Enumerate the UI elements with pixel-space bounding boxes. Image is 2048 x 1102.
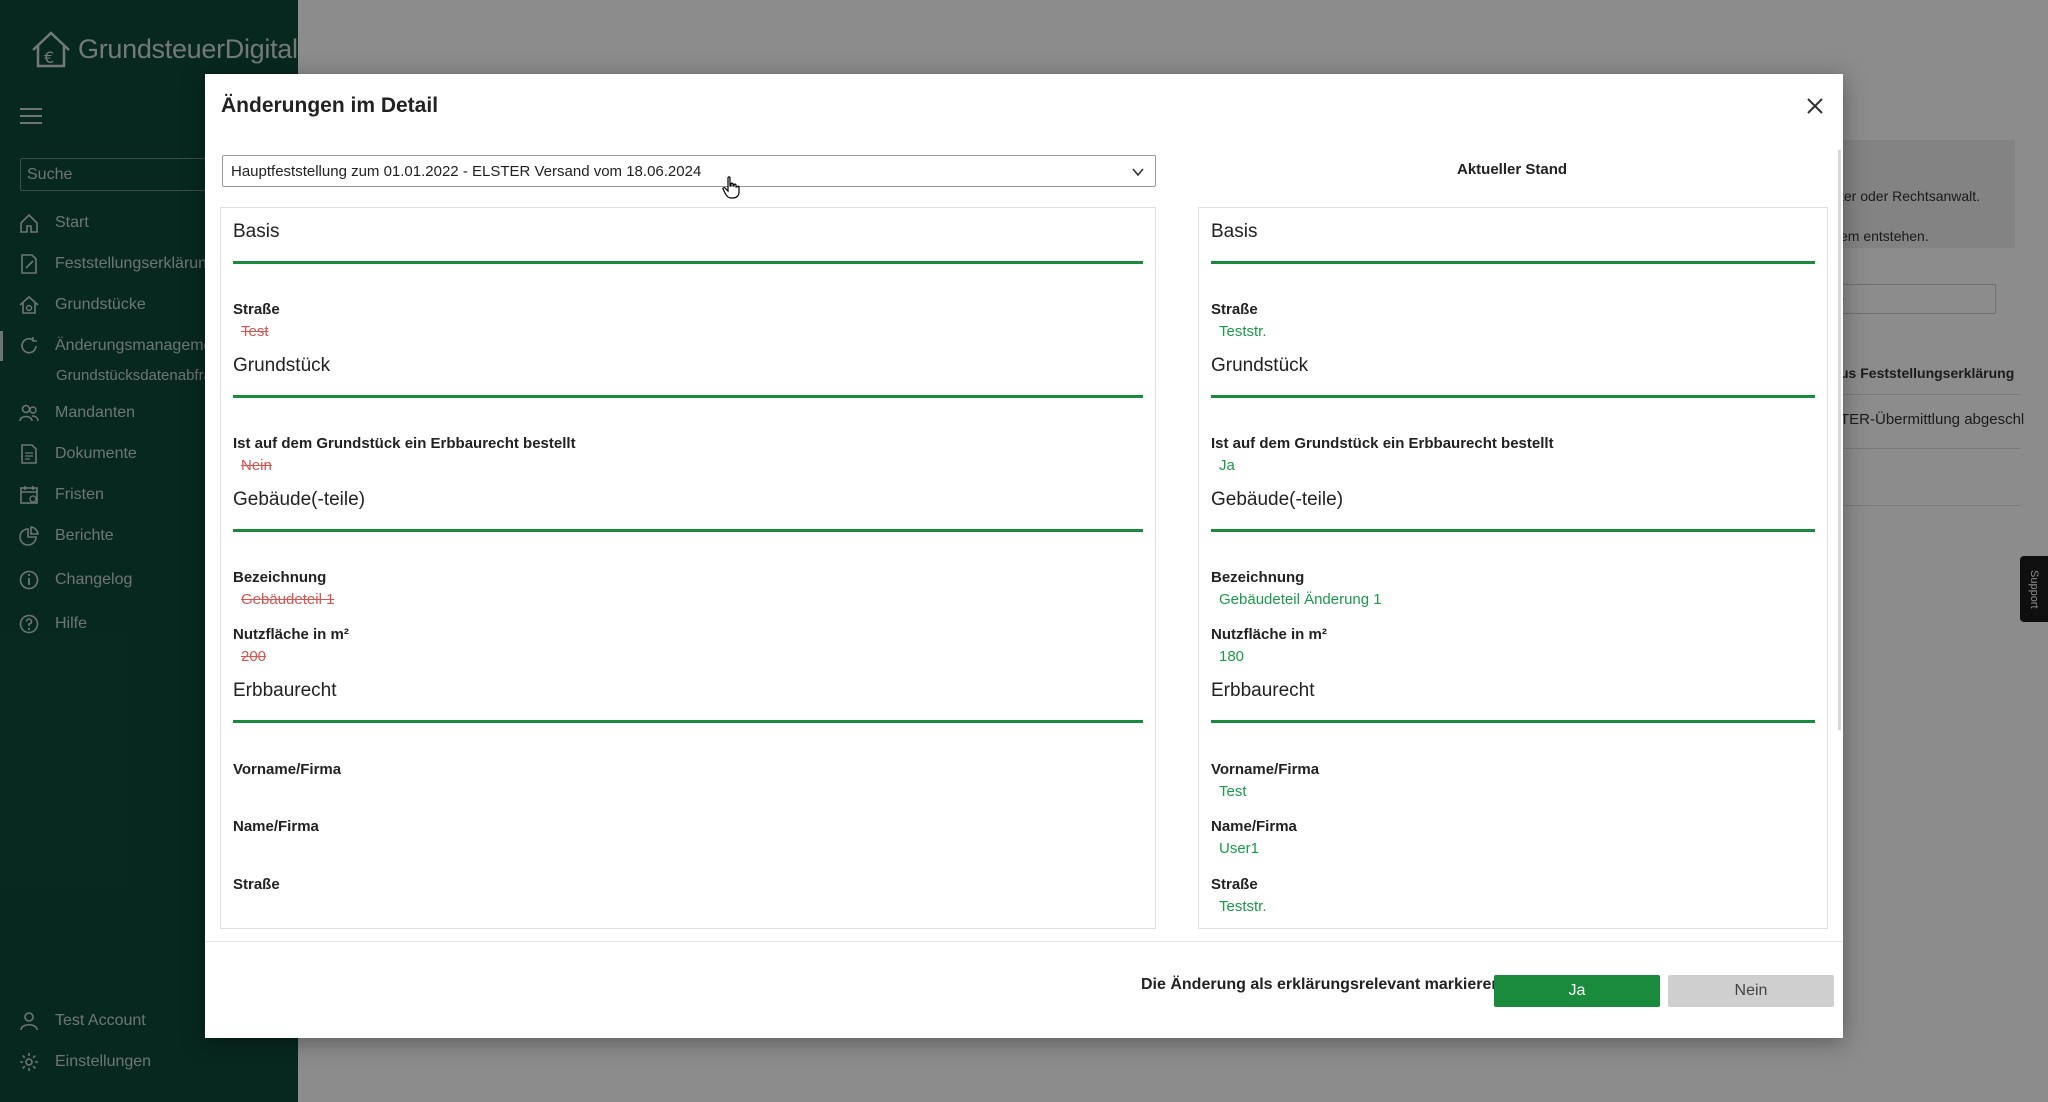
new-value: Teststr. [1219, 898, 1267, 915]
field-label: Nutzfläche in m² [1211, 626, 1327, 643]
field-label: Straße [233, 301, 280, 318]
section-title: Basis [233, 208, 1143, 264]
hand-cursor-icon [722, 176, 740, 199]
field-label: Vorname/Firma [233, 761, 342, 778]
section-erbbaurecht: Erbbaurecht [1211, 667, 1815, 723]
new-value: Gebäudeteil Änderung 1 [1219, 591, 1382, 608]
section-basis: Basis [1211, 208, 1815, 264]
close-icon[interactable] [1803, 94, 1827, 118]
field-strasse: Straße Teststr. [1211, 301, 1267, 340]
version-select-value: Hauptfeststellung zum 01.01.2022 - ELSTE… [231, 162, 702, 180]
section-erbbaurecht: Erbbaurecht [233, 667, 1143, 723]
field-bezeichnung: Bezeichnung Gebäudeteil Änderung 1 [1211, 569, 1382, 608]
new-value: Test [1219, 783, 1247, 800]
field-label: Straße [233, 876, 280, 893]
section-grundstueck: Grundstück [1211, 342, 1815, 398]
modal-title: Änderungen im Detail [221, 94, 439, 117]
field-label: Straße [1211, 301, 1258, 318]
new-value: Teststr. [1219, 323, 1267, 340]
section-title: Erbbaurecht [1211, 667, 1815, 723]
section-title: Grundstück [1211, 342, 1815, 398]
section-gebaeude: Gebäude(-teile) [1211, 476, 1815, 532]
field-label: Name/Firma [233, 818, 319, 835]
field-erbbaurecht: Ist auf dem Grundstück ein Erbbaurecht b… [1211, 435, 1554, 474]
field-nutzflaeche: Nutzfläche in m² 180 [1211, 626, 1327, 665]
field-vorname: Vorname/Firma [233, 761, 341, 778]
field-label: Ist auf dem Grundstück ein Erbbaurecht b… [233, 435, 576, 452]
field-label: Straße [1211, 876, 1258, 893]
section-gebaeude: Gebäude(-teile) [233, 476, 1143, 532]
field-label: Ist auf dem Grundstück ein Erbbaurecht b… [1211, 435, 1554, 452]
yes-button[interactable]: Ja [1494, 975, 1660, 1007]
field-vorname: Vorname/Firma Test [1211, 761, 1319, 800]
field-bezeichnung: Bezeichnung Gebäudeteil 1 [233, 569, 334, 608]
old-value: Test [241, 323, 269, 340]
field-label: Bezeichnung [233, 569, 327, 586]
section-title: Gebäude(-teile) [233, 476, 1143, 532]
section-title: Grundstück [233, 342, 1143, 398]
field-name: Name/Firma [233, 818, 319, 835]
field-label: Bezeichnung [1211, 569, 1305, 586]
field-label: Vorname/Firma [1211, 761, 1320, 778]
field-nutzflaeche: Nutzfläche in m² 200 [233, 626, 349, 665]
current-state-label: Aktueller Stand [1457, 161, 1568, 178]
new-value: Ja [1219, 457, 1235, 474]
section-basis: Basis [233, 208, 1143, 264]
old-value: Nein [241, 457, 272, 474]
field-name: Name/Firma User1 [1211, 818, 1297, 857]
section-title: Erbbaurecht [233, 667, 1143, 723]
section-title: Gebäude(-teile) [1211, 476, 1815, 532]
version-select[interactable]: Hauptfeststellung zum 01.01.2022 - ELSTE… [222, 155, 1156, 187]
chevron-down-icon [1132, 168, 1144, 177]
section-grundstueck: Grundstück [233, 342, 1143, 398]
field-strasse: Straße Test [233, 301, 280, 340]
changes-detail-modal: Änderungen im Detail Hauptfeststellung z… [205, 74, 1843, 1038]
relevance-question: Die Änderung als erklärungsrelevant mark… [1141, 976, 1511, 993]
old-value: Gebäudeteil 1 [241, 591, 335, 608]
scrollbar[interactable] [1838, 150, 1841, 730]
field-erbbaurecht: Ist auf dem Grundstück ein Erbbaurecht b… [233, 435, 576, 474]
current-state-panel[interactable]: Basis Straße Teststr. Grundstück Ist auf… [1198, 207, 1828, 929]
no-button[interactable]: Nein [1668, 975, 1834, 1007]
new-value: 180 [1219, 648, 1245, 665]
field-label: Name/Firma [1211, 818, 1297, 835]
section-title: Basis [1211, 208, 1815, 264]
field-strasse-2: Straße [233, 876, 280, 893]
old-value: 200 [241, 648, 267, 665]
previous-state-panel[interactable]: Basis Straße Test Grundstück Ist auf dem… [220, 207, 1156, 929]
new-value: User1 [1219, 840, 1260, 857]
field-strasse-2: Straße Teststr. [1211, 876, 1267, 915]
modal-footer-divider [205, 941, 1843, 942]
field-label: Nutzfläche in m² [233, 626, 349, 643]
